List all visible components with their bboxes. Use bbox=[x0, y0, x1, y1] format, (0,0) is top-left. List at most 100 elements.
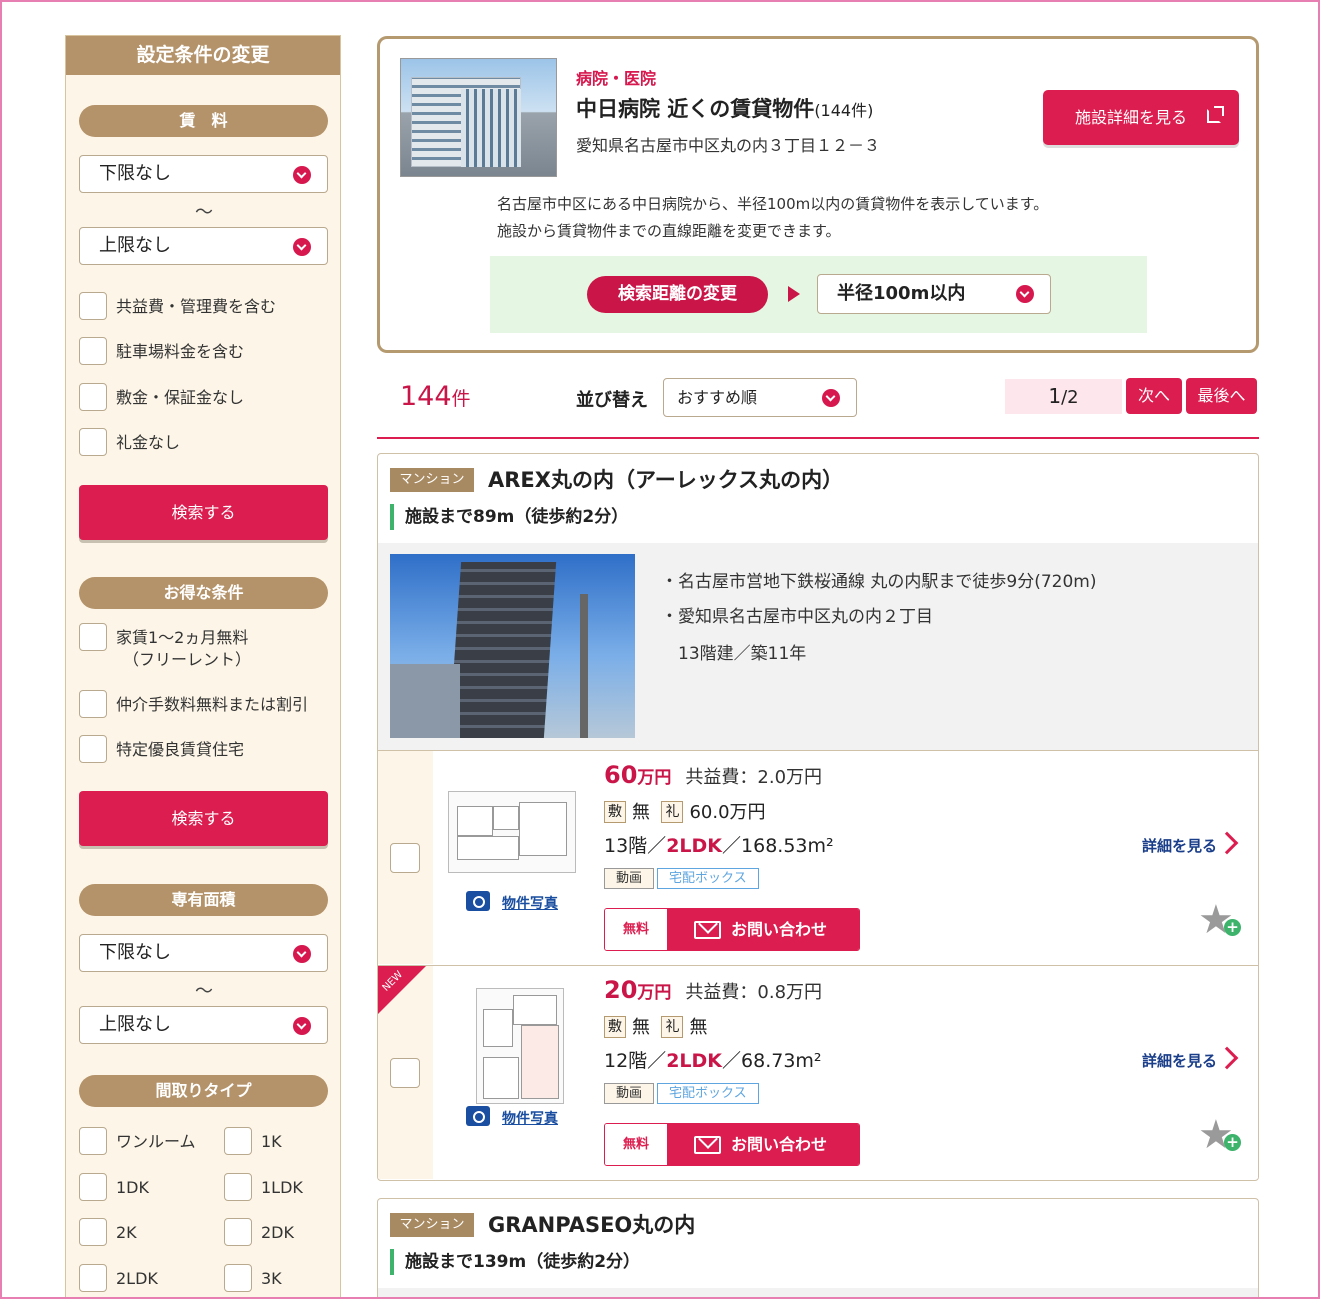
property-type-tag: マンション bbox=[390, 1213, 474, 1237]
rent-max-select[interactable]: 上限なし bbox=[79, 227, 328, 265]
building-photo[interactable] bbox=[390, 554, 635, 738]
layout-heading: 間取りタイプ bbox=[79, 1075, 328, 1107]
option-label: 礼金なし bbox=[116, 433, 181, 452]
page-total: /2 bbox=[1061, 387, 1079, 408]
photo-link-label: 物件写真 bbox=[502, 896, 558, 912]
deposit-value: 無 bbox=[632, 1017, 650, 1038]
checkbox[interactable] bbox=[79, 690, 107, 718]
sort-select[interactable]: おすすめ順 bbox=[663, 378, 857, 417]
free-label: 無料 bbox=[605, 909, 667, 950]
chevron-down-icon bbox=[293, 166, 311, 184]
option-label: 仲介手数料無料または割引 bbox=[116, 695, 309, 714]
floor: 12階／ bbox=[604, 1050, 667, 1072]
distance-panel: 検索距離の変更 半径100m以内 bbox=[490, 256, 1147, 333]
property-photos-link[interactable]: 物件写真 bbox=[466, 891, 558, 913]
chevron-down-icon bbox=[293, 238, 311, 256]
checkbox[interactable] bbox=[224, 1127, 252, 1155]
add-favorite-button[interactable]: ★ + bbox=[1198, 899, 1246, 941]
key-money-value: 60.0万円 bbox=[689, 802, 766, 823]
description-line: 施設から賃貸物件までの直線距離を変更できます。 bbox=[497, 222, 841, 240]
rent-min-value: 下限なし bbox=[99, 163, 171, 184]
option-label: ワンルーム bbox=[116, 1132, 196, 1151]
deposit-label: 敷 bbox=[604, 1016, 626, 1038]
checkbox[interactable] bbox=[224, 1218, 252, 1246]
property-photos-link[interactable]: 物件写真 bbox=[466, 1106, 558, 1128]
next-page-button[interactable]: 次へ bbox=[1126, 378, 1182, 414]
room-checkbox[interactable] bbox=[390, 843, 420, 873]
property-name[interactable]: AREX丸の内（アーレックス丸の内） bbox=[488, 464, 843, 494]
result-count-number: 144 bbox=[400, 381, 452, 412]
detail-label: 詳細を見る bbox=[1142, 837, 1218, 855]
option-label: 共益費・管理費を含む bbox=[116, 297, 277, 316]
checkbox[interactable] bbox=[79, 735, 107, 763]
key-money-value: 無 bbox=[689, 1017, 708, 1038]
area-heading: 専有面積 bbox=[79, 884, 328, 916]
checkbox[interactable] bbox=[79, 1127, 107, 1155]
feature-badges: 動画 宅配ボックス bbox=[604, 867, 762, 889]
chevron-down-icon bbox=[293, 1017, 311, 1035]
facility-card: 病院・医院 中日病院 近くの賃貸物件(144件) 愛知県名古屋市中区丸の内３丁目… bbox=[377, 36, 1259, 353]
external-link-icon bbox=[1207, 106, 1224, 123]
maintenance-fee: 共益費：2.0万円 bbox=[685, 767, 823, 788]
inquiry-label-wrap: お問い合わせ bbox=[667, 1124, 859, 1165]
photo-link-label: 物件写真 bbox=[502, 1111, 558, 1127]
checkbox[interactable] bbox=[79, 1218, 107, 1246]
rent-max-value: 上限なし bbox=[99, 235, 171, 256]
view-detail-link[interactable]: 詳細を見る bbox=[1142, 1046, 1239, 1071]
facility-detail-button[interactable]: 施設詳細を見る bbox=[1043, 90, 1239, 145]
inquiry-button[interactable]: 無料 お問い合わせ bbox=[604, 908, 860, 951]
deposit-label: 敷 bbox=[604, 801, 626, 823]
facility-name: 中日病院 近くの賃貸物件 bbox=[576, 97, 815, 121]
result-count-unit: 件 bbox=[451, 388, 471, 410]
checkbox[interactable] bbox=[79, 292, 107, 320]
building-info: 13階建／築11年 bbox=[678, 644, 807, 664]
checkbox[interactable] bbox=[79, 623, 107, 651]
distance-select[interactable]: 半径100m以内 bbox=[817, 274, 1051, 314]
checkbox[interactable] bbox=[79, 428, 107, 456]
view-detail-link[interactable]: 詳細を見る bbox=[1142, 831, 1239, 856]
add-favorite-button[interactable]: ★ + bbox=[1198, 1114, 1246, 1156]
rent-price: 60万円 共益費：2.0万円 bbox=[604, 761, 822, 789]
layout-type: 2LDK bbox=[666, 835, 723, 857]
deposit-info: 敷無 礼無 bbox=[604, 1013, 707, 1039]
room-row: NEW 物件写真 20万円 共益費：0.8万円 敷無 礼無 12階／2LDK／68… bbox=[378, 965, 1258, 1179]
search-button[interactable]: 検索する bbox=[79, 791, 328, 846]
checkbox[interactable] bbox=[79, 1173, 107, 1201]
room-checkbox[interactable] bbox=[390, 1058, 420, 1088]
rent-value: 60 bbox=[604, 761, 638, 789]
inquiry-button[interactable]: 無料 お問い合わせ bbox=[604, 1123, 860, 1166]
property-card: マンション AREX丸の内（アーレックス丸の内） 施設まで89m（徒歩約2分） … bbox=[377, 453, 1259, 1181]
chevron-down-icon bbox=[822, 389, 840, 407]
option-label: 敷金・保証金なし bbox=[116, 388, 245, 407]
area-max-select[interactable]: 上限なし bbox=[79, 1006, 328, 1044]
result-count: 144件 bbox=[400, 381, 471, 412]
free-label: 無料 bbox=[605, 1124, 667, 1165]
checkbox[interactable] bbox=[224, 1173, 252, 1201]
facility-count: (144件) bbox=[814, 101, 874, 120]
property-card: マンション GRANPASEO丸の内 施設まで139m（徒歩約2分） bbox=[377, 1198, 1259, 1299]
checkbox[interactable] bbox=[79, 337, 107, 365]
camera-icon bbox=[466, 1106, 490, 1126]
chevron-right-icon bbox=[1215, 831, 1239, 855]
rent-price: 20万円 共益費：0.8万円 bbox=[604, 976, 822, 1004]
last-page-button[interactable]: 最後へ bbox=[1186, 378, 1257, 414]
sidebar-title: 設定条件の変更 bbox=[66, 36, 340, 75]
mail-icon bbox=[694, 921, 721, 939]
search-button[interactable]: 検索する bbox=[79, 485, 328, 540]
area-min-select[interactable]: 下限なし bbox=[79, 934, 328, 972]
facility-description: 名古屋市中区にある中日病院から、半径100m以内の賃貸物件を表示しています。 施… bbox=[497, 191, 1048, 245]
property-distance: 施設まで139m（徒歩約2分） bbox=[390, 1249, 640, 1275]
checkbox[interactable] bbox=[224, 1264, 252, 1292]
floor-plan-image[interactable] bbox=[448, 791, 576, 873]
rent-unit: 万円 bbox=[637, 768, 672, 788]
deposit-value: 無 bbox=[632, 802, 650, 823]
rent-min-select[interactable]: 下限なし bbox=[79, 155, 328, 193]
option-label: 1DK bbox=[116, 1178, 149, 1197]
option-label: 1K bbox=[261, 1132, 282, 1151]
property-name[interactable]: GRANPASEO丸の内 bbox=[488, 1209, 695, 1239]
description-line: 名古屋市中区にある中日病院から、半径100m以内の賃貸物件を表示しています。 bbox=[497, 195, 1049, 213]
arrow-right-icon bbox=[788, 286, 800, 302]
checkbox[interactable] bbox=[79, 1264, 107, 1292]
checkbox[interactable] bbox=[79, 383, 107, 411]
floor-plan-image[interactable] bbox=[476, 988, 564, 1104]
